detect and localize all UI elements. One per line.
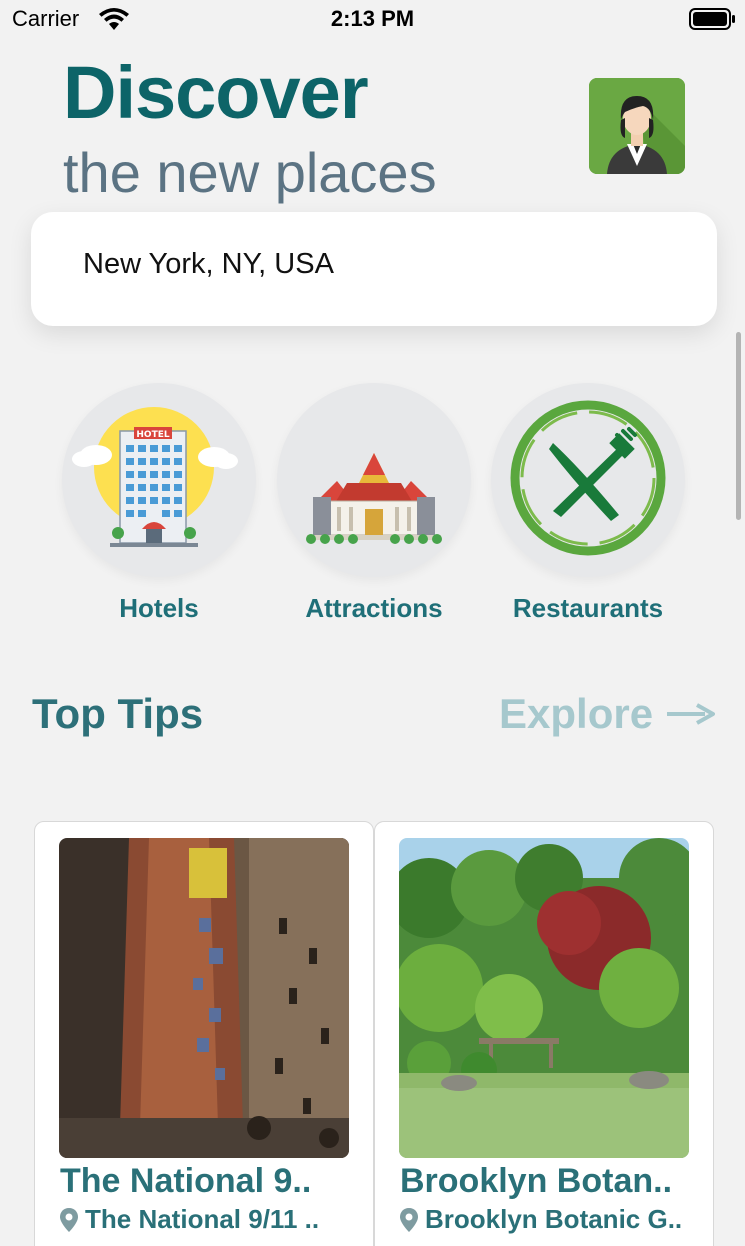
tip-card[interactable]: The National 9.. The National 9/11 .. [34, 821, 374, 1246]
card-title: The National 9.. [60, 1162, 312, 1200]
scrollbar[interactable] [736, 332, 741, 520]
category-restaurants[interactable]: Restaurants [491, 383, 685, 624]
category-attractions[interactable]: Attractions [277, 383, 471, 624]
card-subtitle-text: Brooklyn Botanic G.. [425, 1204, 683, 1234]
svg-text:HOTEL: HOTEL [136, 430, 169, 440]
explore-link[interactable]: Explore [499, 690, 716, 738]
explore-label: Explore [499, 690, 654, 737]
page-subtitle: the new places [63, 141, 437, 204]
location-search-field[interactable]: New York, NY, USA [31, 212, 717, 326]
fork-knife-icon [510, 400, 666, 556]
battery-icon [689, 7, 737, 36]
location-value: New York, NY, USA [83, 248, 334, 280]
location-pin-icon [60, 1207, 78, 1232]
category-label: Hotels [119, 593, 199, 623]
clock: 2:13 PM [330, 6, 415, 31]
page-title: Discover [63, 51, 369, 134]
location-pin-icon [400, 1207, 418, 1232]
place-photo [399, 838, 689, 1158]
category-label: Attractions [305, 593, 443, 623]
temple-icon [306, 453, 442, 544]
card-subtitle: The National 9/11 .. [59, 1204, 319, 1235]
place-photo [59, 838, 349, 1158]
status-bar: Carrier 2:13 PM [0, 0, 745, 40]
card-subtitle-text: The National 9/11 .. [85, 1204, 320, 1234]
hotel-icon: HOTEL [72, 407, 238, 547]
tip-card[interactable]: Brooklyn Botan.. Brooklyn Botanic G.. [374, 821, 714, 1246]
avatar[interactable] [589, 78, 685, 174]
arrow-right-icon [667, 703, 716, 725]
card-subtitle: Brooklyn Botanic G.. [399, 1204, 682, 1235]
category-hotels[interactable]: HOTEL Hotels [62, 383, 256, 624]
category-label: Restaurants [512, 593, 664, 623]
section-title: Top Tips [32, 690, 204, 737]
card-title: Brooklyn Botan.. [400, 1162, 673, 1200]
user-avatar-icon [589, 78, 685, 174]
